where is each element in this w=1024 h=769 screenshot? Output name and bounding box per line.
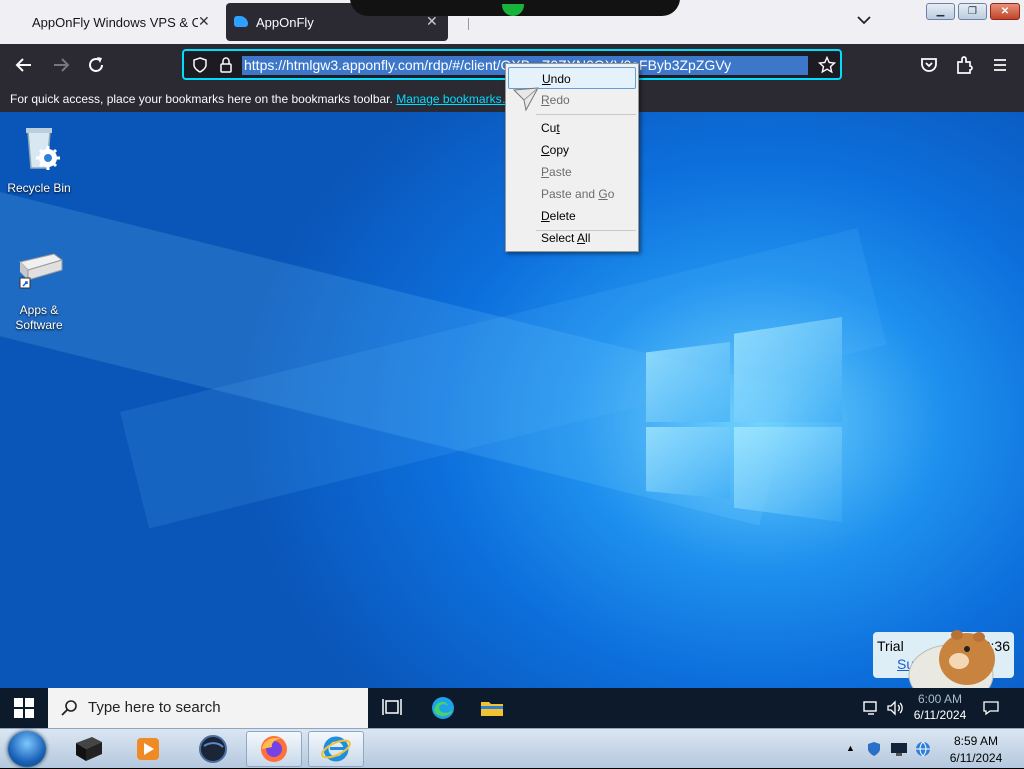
menu-item-paste[interactable]: Paste xyxy=(508,161,636,183)
network-globe-icon[interactable] xyxy=(914,740,932,758)
windows-logo-wallpaper xyxy=(644,317,844,522)
menu-label: ll xyxy=(585,231,591,245)
back-arrow-icon[interactable] xyxy=(13,54,35,76)
menu-label: opy xyxy=(549,143,570,157)
window-minimize-button[interactable]: ▁ xyxy=(926,3,955,20)
reload-icon[interactable] xyxy=(85,54,107,76)
lock-icon[interactable] xyxy=(218,56,234,74)
tracking-protection-shield-icon[interactable] xyxy=(192,57,208,73)
apps-software-icon xyxy=(19,253,64,289)
local-clock-date[interactable]: 6/11/2024 xyxy=(936,751,1016,765)
remote-system-tray: 6:00 AM 6/11/2024 xyxy=(862,688,1024,728)
bookmark-star-icon[interactable] xyxy=(818,56,836,74)
menu-label: ndo xyxy=(550,72,571,86)
window-maximize-button[interactable]: ❐ xyxy=(958,3,987,20)
volume-icon[interactable] xyxy=(886,700,904,716)
extensions-puzzle-icon[interactable] xyxy=(953,54,975,76)
tab-title: AppOnFly Windows VPS & Clo xyxy=(32,14,198,30)
search-placeholder: Type here to search xyxy=(88,699,221,716)
dark-globe-icon xyxy=(199,735,227,763)
logo-pane xyxy=(734,427,842,522)
menu-accelerator: U xyxy=(542,72,551,86)
display-monitor-icon[interactable] xyxy=(890,741,908,757)
taskbar-app-media-player[interactable] xyxy=(120,731,176,767)
menu-accelerator: P xyxy=(541,165,550,179)
remote-clock-time[interactable]: 6:00 AM xyxy=(914,692,966,707)
internet-explorer-icon xyxy=(321,736,351,762)
media-player-icon xyxy=(137,738,159,760)
taskbar-app-firefox[interactable] xyxy=(246,731,302,767)
menu-accelerator: A xyxy=(577,231,586,245)
hamster-avatar-icon[interactable] xyxy=(905,617,1005,688)
local-clock-time[interactable]: 8:59 AM xyxy=(936,734,1016,748)
menu-label: o xyxy=(607,187,615,201)
hamburger-menu-icon[interactable] xyxy=(989,54,1011,76)
manage-bookmarks-link[interactable]: Manage bookmarks… xyxy=(396,92,513,106)
desktop-icon-apps-software[interactable]: Apps & Software xyxy=(0,242,78,333)
search-icon xyxy=(61,700,77,716)
menu-item-select-all[interactable]: Select All xyxy=(508,227,636,249)
menu-accelerator: G xyxy=(598,187,608,201)
logo-pane xyxy=(646,342,730,422)
menu-accelerator: R xyxy=(541,93,550,107)
menu-label: edo xyxy=(549,93,570,107)
tab-title: AppOnFly xyxy=(256,14,314,30)
taskbar-app-dark-globe[interactable] xyxy=(185,731,241,767)
menu-item-cut[interactable]: Cut xyxy=(508,117,636,139)
menu-accelerator: t xyxy=(556,121,560,135)
remote-taskbar: Type here to search 6:00 AM 6/11/2024 xyxy=(0,688,1024,728)
local-system-tray: ▲ 8:59 AM 6/11/2024 xyxy=(840,729,1024,769)
tab-close-icon[interactable]: ✕ xyxy=(198,13,210,30)
remote-clock-date[interactable]: 6/11/2024 xyxy=(912,708,968,722)
bookmarks-empty-message: For quick access, place your bookmarks h… xyxy=(10,92,393,106)
firefox-icon xyxy=(261,736,287,762)
windows-start-icon[interactable] xyxy=(14,698,34,718)
forward-arrow-icon[interactable] xyxy=(50,54,72,76)
trial-label: Trial xyxy=(877,638,904,654)
desktop-icon-label: Apps & Software xyxy=(15,303,63,332)
recycle-bin-icon xyxy=(26,128,60,170)
menu-item-copy[interactable]: Copy xyxy=(508,139,636,161)
browser-tab-strip: AppOnFly Windows VPS & Clo ✕ AppOnFly ✕ … xyxy=(0,0,1024,44)
menu-label: aste xyxy=(549,165,572,179)
paper-plane-cursor-icon xyxy=(512,87,539,112)
taskbar-app-black-box[interactable] xyxy=(60,731,116,767)
menu-label: Cu xyxy=(541,121,557,135)
menu-item-paste-and-go[interactable]: Paste and Go xyxy=(508,183,636,205)
menu-accelerator: C xyxy=(541,143,550,157)
menu-label: elete xyxy=(549,209,576,223)
taskbar-search-box[interactable]: Type here to search xyxy=(48,688,368,728)
pocket-icon[interactable] xyxy=(918,54,940,76)
tab-apponfly-windows-vps[interactable]: AppOnFly Windows VPS & Clo ✕ xyxy=(0,3,222,41)
list-all-tabs-icon[interactable] xyxy=(856,12,872,28)
local-taskbar: ▲ 8:59 AM 6/11/2024 xyxy=(0,728,1024,768)
windows-orb-start-icon[interactable] xyxy=(8,731,46,767)
menu-item-delete[interactable]: Delete xyxy=(508,205,636,227)
action-center-icon[interactable] xyxy=(982,700,1000,716)
taskbar-app-internet-explorer[interactable] xyxy=(308,731,364,767)
task-view-icon[interactable] xyxy=(380,696,406,720)
tab-separator xyxy=(468,18,469,30)
menu-label: Select xyxy=(541,231,578,245)
file-explorer-icon[interactable] xyxy=(479,696,505,720)
menu-accelerator: D xyxy=(541,209,550,223)
window-close-button[interactable]: ✕ xyxy=(990,3,1020,20)
menu-label: Paste and xyxy=(541,187,599,201)
logo-pane xyxy=(734,317,842,422)
network-icon[interactable] xyxy=(862,700,880,716)
desktop-icon-label: Recycle Bin xyxy=(7,181,71,195)
apponfly-favicon-icon xyxy=(234,16,248,27)
logo-pane xyxy=(646,427,730,499)
security-shield-icon[interactable] xyxy=(866,741,882,757)
show-hidden-icons-icon[interactable]: ▲ xyxy=(846,743,855,753)
menu-separator xyxy=(536,114,636,115)
desktop-icon-recycle-bin[interactable]: Recycle Bin xyxy=(0,120,78,196)
black-box-app-icon xyxy=(76,737,102,761)
edge-browser-icon[interactable] xyxy=(430,696,456,720)
